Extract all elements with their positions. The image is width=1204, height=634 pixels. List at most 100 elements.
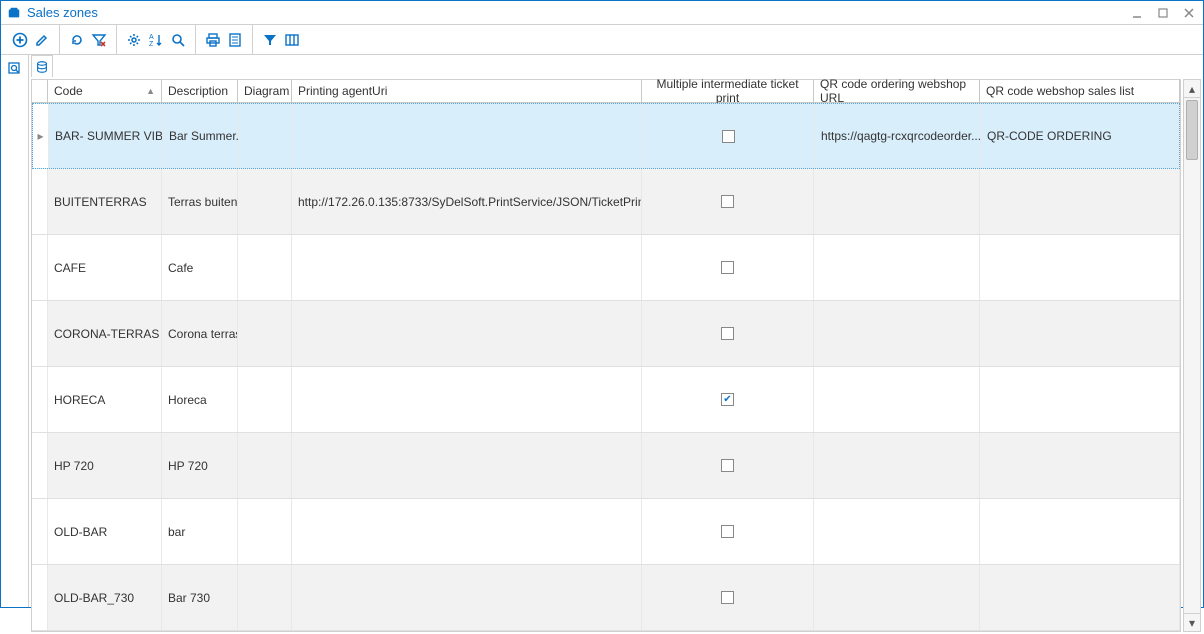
checkbox[interactable]	[721, 525, 734, 538]
scroll-down-button[interactable]: ▾	[1184, 613, 1200, 631]
cell-code[interactable]: BAR- SUMMER VIBES	[49, 104, 163, 168]
cell-diagram[interactable]	[238, 433, 292, 498]
table-row[interactable]: HORECAHoreca	[32, 367, 1180, 433]
cell-multi-ticket[interactable]	[642, 169, 814, 234]
cell-qr-url[interactable]	[814, 169, 980, 234]
row-handle[interactable]	[32, 499, 48, 564]
filter-button[interactable]	[259, 29, 281, 51]
checkbox[interactable]	[721, 459, 734, 472]
cell-qr-list[interactable]	[980, 301, 1180, 366]
table-row[interactable]: HP 720HP 720	[32, 433, 1180, 499]
cell-printing-agent-uri[interactable]	[292, 565, 642, 630]
cell-printing-agent-uri[interactable]	[293, 104, 643, 168]
cell-printing-agent-uri[interactable]	[292, 433, 642, 498]
clear-filter-button[interactable]	[88, 29, 110, 51]
add-button[interactable]	[9, 29, 31, 51]
cell-description[interactable]: Terras buiten	[162, 169, 238, 234]
cell-code[interactable]: OLD-BAR	[48, 499, 162, 564]
cell-multi-ticket[interactable]	[642, 367, 814, 432]
cell-qr-url[interactable]	[814, 499, 980, 564]
cell-qr-url[interactable]	[814, 565, 980, 630]
maximize-button[interactable]	[1155, 5, 1171, 21]
cell-qr-list[interactable]	[980, 565, 1180, 630]
cell-description[interactable]: bar	[162, 499, 238, 564]
cell-multi-ticket[interactable]	[643, 104, 815, 168]
vertical-scrollbar[interactable]: ▴ ▾	[1183, 79, 1201, 632]
scroll-thumb[interactable]	[1186, 100, 1198, 160]
cell-description[interactable]: HP 720	[162, 433, 238, 498]
cell-qr-list[interactable]	[980, 367, 1180, 432]
cell-description[interactable]: Horeca	[162, 367, 238, 432]
cell-description[interactable]: Bar 730	[162, 565, 238, 630]
cell-diagram[interactable]	[238, 301, 292, 366]
cell-multi-ticket[interactable]	[642, 499, 814, 564]
checkbox[interactable]	[721, 195, 734, 208]
table-row[interactable]: OLD-BARbar	[32, 499, 1180, 565]
checkbox[interactable]	[721, 261, 734, 274]
cell-code[interactable]: CORONA-TERRAS	[48, 301, 162, 366]
minimize-button[interactable]	[1129, 5, 1145, 21]
row-handle[interactable]: ▸	[33, 104, 49, 168]
cell-printing-agent-uri[interactable]	[292, 301, 642, 366]
row-handle[interactable]	[32, 367, 48, 432]
cell-qr-url[interactable]	[814, 367, 980, 432]
cell-qr-url[interactable]	[814, 235, 980, 300]
cell-diagram[interactable]	[238, 367, 292, 432]
table-row[interactable]: OLD-BAR_730Bar 730	[32, 565, 1180, 631]
cell-printing-agent-uri[interactable]: http://172.26.0.135:8733/SyDelSoft.Print…	[292, 169, 642, 234]
cell-printing-agent-uri[interactable]	[292, 367, 642, 432]
checkbox[interactable]	[721, 327, 734, 340]
close-button[interactable]	[1181, 5, 1197, 21]
cell-qr-list[interactable]	[980, 169, 1180, 234]
header-qr-list[interactable]: QR code webshop sales list	[980, 80, 1180, 102]
row-handle[interactable]	[32, 235, 48, 300]
row-handle[interactable]	[32, 301, 48, 366]
header-printing-agent-uri[interactable]: Printing agentUri	[292, 80, 642, 102]
print-button[interactable]	[202, 29, 224, 51]
columns-button[interactable]	[281, 29, 303, 51]
settings-button[interactable]	[123, 29, 145, 51]
cell-code[interactable]: OLD-BAR_730	[48, 565, 162, 630]
cell-diagram[interactable]	[238, 169, 292, 234]
header-qr-url[interactable]: QR code ordering webshop URL	[814, 80, 980, 102]
cell-multi-ticket[interactable]	[642, 235, 814, 300]
header-diagram[interactable]: Diagram	[238, 80, 292, 102]
header-multi-ticket[interactable]: Multiple intermediate ticket print	[642, 80, 814, 102]
header-description[interactable]: Description	[162, 80, 238, 102]
cell-qr-url[interactable]: https://qagtg-rcxqrcodeorder...	[815, 104, 981, 168]
table-row[interactable]: BUITENTERRASTerras buitenhttp://172.26.0…	[32, 169, 1180, 235]
cell-multi-ticket[interactable]	[642, 565, 814, 630]
table-row[interactable]: CAFECafe	[32, 235, 1180, 301]
cell-qr-list[interactable]	[980, 433, 1180, 498]
scroll-track[interactable]	[1184, 98, 1200, 613]
cell-printing-agent-uri[interactable]	[292, 499, 642, 564]
sort-button[interactable]: AZ	[145, 29, 167, 51]
checkbox[interactable]	[721, 393, 734, 406]
cell-description[interactable]: Corona terras	[162, 301, 238, 366]
cell-code[interactable]: CAFE	[48, 235, 162, 300]
checkbox[interactable]	[721, 591, 734, 604]
cell-description[interactable]: Bar Summer...	[163, 104, 239, 168]
cell-qr-list[interactable]	[980, 499, 1180, 564]
edit-button[interactable]	[31, 29, 53, 51]
scroll-up-button[interactable]: ▴	[1184, 80, 1200, 98]
data-grid[interactable]: Code▲ Description Diagram Printing agent…	[31, 79, 1181, 632]
cell-description[interactable]: Cafe	[162, 235, 238, 300]
cell-code[interactable]: HORECA	[48, 367, 162, 432]
cell-diagram[interactable]	[238, 235, 292, 300]
cell-diagram[interactable]	[239, 104, 293, 168]
row-handle[interactable]	[32, 433, 48, 498]
cell-code[interactable]: HP 720	[48, 433, 162, 498]
cell-diagram[interactable]	[238, 565, 292, 630]
cell-diagram[interactable]	[238, 499, 292, 564]
checkbox[interactable]	[722, 130, 735, 143]
export-button[interactable]	[224, 29, 246, 51]
tab-database-icon[interactable]	[31, 55, 53, 77]
cell-printing-agent-uri[interactable]	[292, 235, 642, 300]
cell-multi-ticket[interactable]	[642, 433, 814, 498]
cell-qr-url[interactable]	[814, 433, 980, 498]
search-button[interactable]	[167, 29, 189, 51]
refresh-button[interactable]	[66, 29, 88, 51]
cell-qr-url[interactable]	[814, 301, 980, 366]
cell-qr-list[interactable]: QR-CODE ORDERING	[981, 104, 1179, 168]
